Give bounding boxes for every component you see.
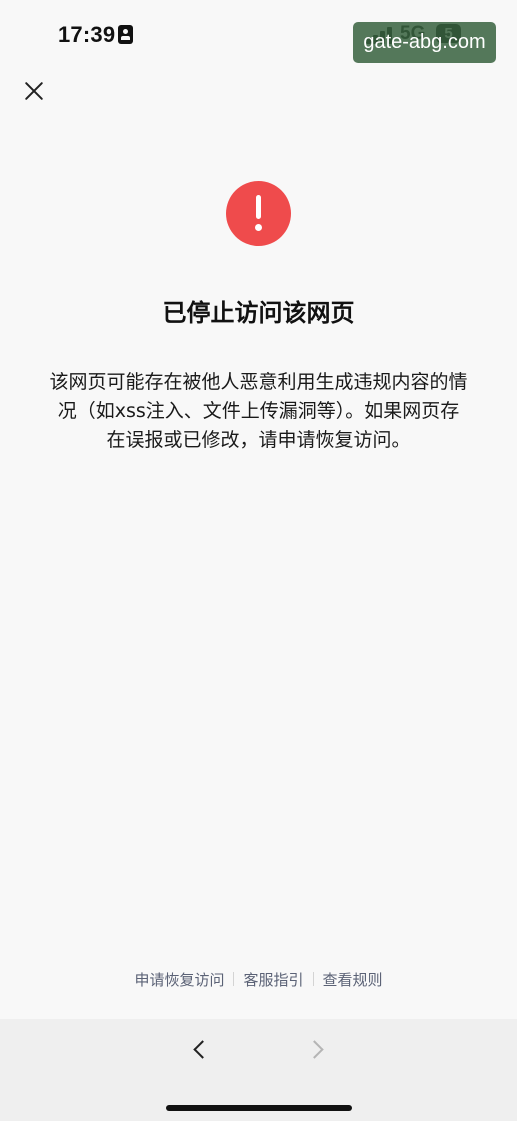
message-line: 该网页可能存在被他人恶意利用生成违规内容的情 [49,371,468,393]
home-indicator[interactable] [166,1105,352,1111]
customer-service-guide-link[interactable]: 客服指引 [243,971,303,989]
exclamation-icon [226,181,291,246]
request-restore-link[interactable]: 申请恢复访问 [134,971,224,989]
message-line: 况（如xss注入、文件上传漏洞等）。如果网页存 [57,400,460,422]
status-bar: 17:39 5G 5 gate-abg.com [0,0,517,70]
status-time: 17:39 [58,22,116,47]
bottom-nav-bar [0,1019,517,1121]
chevron-right-icon [305,1037,331,1063]
page-title: 已停止访问该网页 [162,299,355,327]
chevron-left-icon[interactable] [186,1037,212,1063]
message-line: 在误报或已修改，请申请恢复访问。 [106,429,411,451]
contact-card-icon [118,25,133,44]
view-rules-link[interactable]: 查看规则 [323,971,383,989]
close-icon[interactable] [19,76,49,106]
footer-divider [312,972,314,986]
watermark: gate-abg.com [353,22,496,63]
footer-links: 申请恢复访问 客服指引 查看规则 [0,969,517,990]
footer-divider [233,972,235,986]
message-text: 该网页可能存在被他人恶意利用生成违规内容的情 况（如xss注入、文件上传漏洞等）… [36,368,481,455]
